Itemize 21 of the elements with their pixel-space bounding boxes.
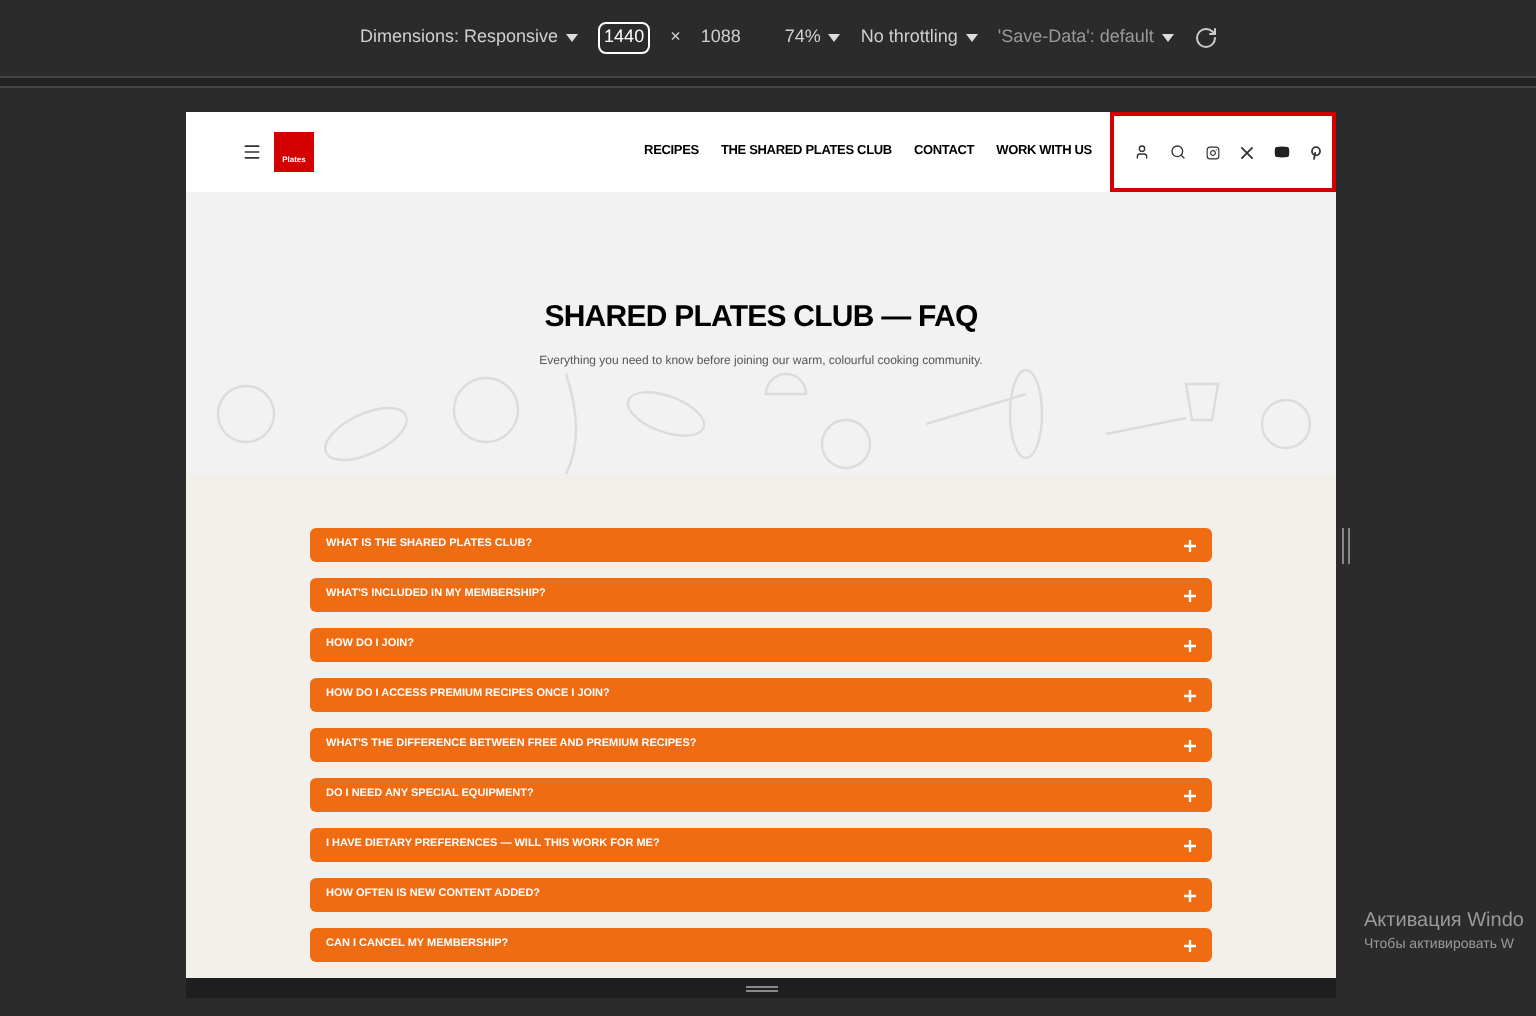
save-data-dropdown[interactable]: 'Save-Data': default: [997, 24, 1174, 52]
instagram-icon[interactable]: [1206, 145, 1220, 159]
throttling-dropdown[interactable]: No throttling: [860, 24, 978, 52]
caret-icon: [828, 34, 841, 42]
times-sign: ×: [670, 24, 681, 51]
caret-icon: [965, 34, 978, 42]
zoom-dropdown[interactable]: 74%: [784, 24, 841, 52]
drag-handle-icon[interactable]: [745, 985, 777, 991]
x-icon[interactable]: [1240, 145, 1254, 159]
rotate-icon[interactable]: [1193, 26, 1218, 50]
height-value: 1088: [700, 24, 741, 51]
menu-icon[interactable]: [242, 142, 262, 162]
resize-handle[interactable]: [1342, 528, 1350, 564]
search-icon[interactable]: [1170, 144, 1186, 160]
width-input[interactable]: 1440: [598, 22, 651, 54]
user-icon[interactable]: [1134, 144, 1150, 160]
caret-icon: [1161, 34, 1174, 42]
caret-icon: [566, 34, 579, 42]
dimensions-dropdown[interactable]: Dimensions: Responsive: [360, 24, 579, 52]
activation-title: Активация Windo: [1364, 908, 1524, 936]
page-title: SHARED PLATES CLUB — FAQ: [544, 298, 978, 338]
